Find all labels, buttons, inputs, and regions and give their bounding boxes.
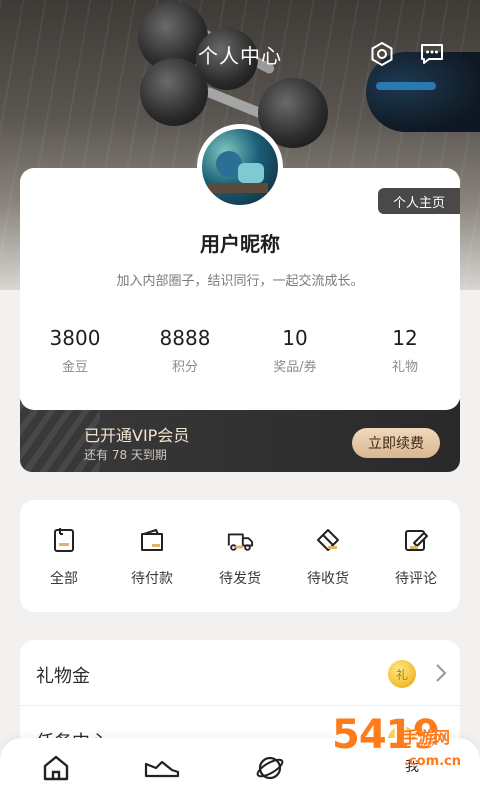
stat-label: 礼物 [391, 360, 418, 375]
home-icon [43, 755, 69, 781]
order-pending-receipt[interactable]: 待收货 [284, 500, 372, 612]
order-label: 待付款 [131, 571, 173, 587]
order-label: 待发货 [219, 571, 261, 587]
stats-row: 3800 金豆 8888 积分 10 奖品/券 12 礼物 [20, 326, 460, 375]
order-label: 待评论 [395, 571, 437, 587]
page-title: 个人中心 [198, 44, 282, 68]
avatar-image-detail [238, 163, 264, 183]
message-icon [421, 44, 443, 64]
stat-value: 3800 [49, 326, 101, 350]
watermark-site: .com.cn [404, 754, 462, 769]
list-item-label: 礼物金 [36, 666, 90, 687]
message-button[interactable] [418, 40, 446, 68]
watermark-logo: 5419 手游网 .com.cn [332, 712, 480, 800]
nav-discover[interactable] [252, 752, 288, 784]
coin-icon: 礼 [388, 660, 416, 688]
shoe-icon [144, 760, 180, 778]
order-shortcuts: 全部 待付款 待发货 待收货 待评论 [20, 500, 460, 612]
stat-value: 10 [282, 326, 308, 350]
chevron-right-icon [436, 664, 447, 682]
nav-shop[interactable] [144, 752, 180, 784]
stat-points[interactable]: 8888 积分 [130, 326, 240, 375]
watermark-text: 手游网 [402, 728, 451, 747]
edit-note-icon [402, 526, 430, 554]
wallet-icon [138, 526, 166, 554]
user-nickname: 用户昵称 [200, 232, 280, 256]
order-all[interactable]: 全部 [20, 500, 108, 612]
truck-icon [226, 526, 254, 554]
package-icon [314, 526, 342, 554]
stat-value: 8888 [159, 326, 211, 350]
nav-home[interactable] [38, 752, 74, 784]
vip-title: 已开通VIP会员 [84, 426, 190, 445]
vip-expiry: 还有 78 天到期 [84, 448, 167, 462]
order-pending-payment[interactable]: 待付款 [108, 500, 196, 612]
stat-label: 积分 [171, 360, 198, 375]
renew-button[interactable]: 立即续费 [352, 428, 440, 458]
stat-gold-beans[interactable]: 3800 金豆 [20, 326, 130, 375]
stat-gifts[interactable]: 12 礼物 [350, 326, 460, 375]
settings-icon [371, 41, 393, 67]
avatar[interactable] [197, 124, 283, 210]
user-bio: 加入内部圈子，结识同行，一起交流成长。 [116, 274, 364, 289]
stat-prizes[interactable]: 10 奖品/券 [240, 326, 350, 375]
clipboard-icon [50, 526, 78, 554]
stat-value: 12 [392, 326, 418, 350]
settings-button[interactable] [368, 40, 396, 68]
avatar-image-detail [208, 183, 268, 193]
stat-label: 奖品/券 [273, 360, 317, 375]
homepage-button[interactable]: 个人主页 [378, 188, 460, 214]
planet-icon [256, 756, 284, 780]
list-item-gift-money[interactable]: 礼物金 礼 [20, 640, 460, 706]
stat-label: 金豆 [61, 360, 88, 375]
order-pending-shipment[interactable]: 待发货 [196, 500, 284, 612]
order-label: 待收货 [307, 571, 349, 587]
order-pending-review[interactable]: 待评论 [372, 500, 460, 612]
order-label: 全部 [50, 571, 78, 587]
